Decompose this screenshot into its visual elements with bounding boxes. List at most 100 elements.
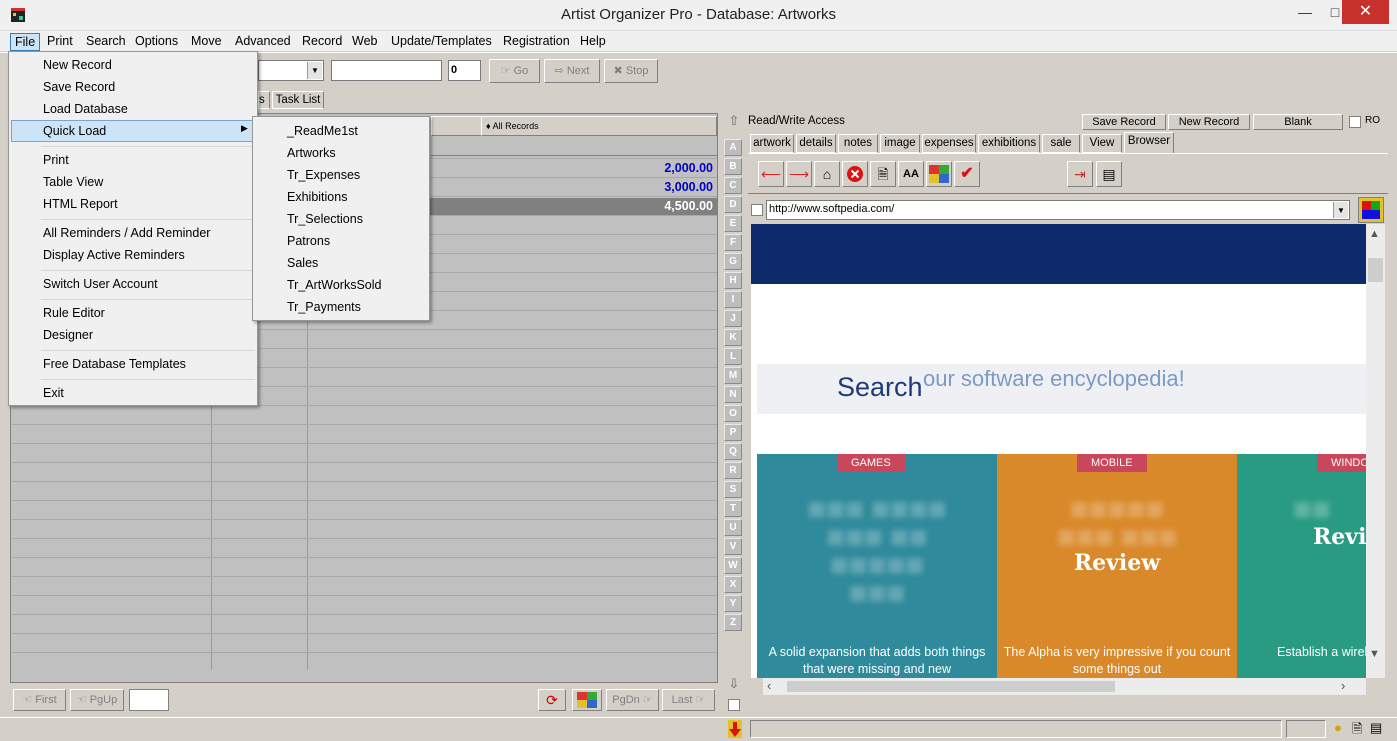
submenu-item[interactable]: Tr_Payments — [287, 299, 361, 315]
alpha-letter-b[interactable]: B — [724, 158, 742, 175]
alpha-letter-k[interactable]: K — [724, 329, 742, 346]
menu-print[interactable]: Print — [43, 33, 77, 51]
back-button[interactable]: ⟵ — [758, 161, 784, 187]
chevron-left-icon[interactable]: ‹ — [767, 678, 771, 693]
menu-update-templates[interactable]: Update/Templates — [387, 33, 496, 51]
alpha-letter-j[interactable]: J — [724, 310, 742, 327]
alpha-checkbox[interactable] — [728, 699, 740, 711]
import-button[interactable]: ⇥ — [1067, 161, 1093, 187]
browser-vertical-scrollbar[interactable]: ▲ ▼ — [1366, 224, 1385, 678]
alpha-letter-t[interactable]: T — [724, 500, 742, 517]
alpha-letter-x[interactable]: X — [724, 576, 742, 593]
alpha-letter-h[interactable]: H — [724, 272, 742, 289]
submenu-item[interactable]: Tr_ArtWorksSold — [287, 277, 381, 293]
tab-sale[interactable]: sale — [1042, 134, 1080, 153]
menu-item-designer[interactable]: Designer — [43, 327, 93, 343]
blank-button[interactable]: Blank — [1253, 114, 1343, 130]
alpha-letter-d[interactable]: D — [724, 196, 742, 213]
save-record-button[interactable]: Save Record — [1082, 114, 1166, 130]
url-input[interactable]: http://www.softpedia.com/ ▼ — [766, 200, 1350, 220]
tab-task-list[interactable]: Task List — [272, 91, 324, 109]
menu-item-active-reminders[interactable]: Display Active Reminders — [43, 247, 185, 263]
font-size-button[interactable]: AА — [898, 161, 924, 187]
search-field-combo[interactable]: ▼ — [258, 60, 324, 81]
alpha-letter-f[interactable]: F — [724, 234, 742, 251]
tab-details[interactable]: details — [796, 134, 836, 153]
refresh-button[interactable]: ⟳ — [538, 689, 566, 711]
alpha-letter-s[interactable]: S — [724, 481, 742, 498]
alpha-letter-p[interactable]: P — [724, 424, 742, 441]
next-button[interactable]: ⇨ Next — [544, 59, 600, 83]
chevron-down-icon[interactable]: ▼ — [1369, 648, 1380, 660]
alpha-letter-n[interactable]: N — [724, 386, 742, 403]
first-button[interactable]: ☜ First — [13, 689, 66, 711]
tab-fragment[interactable]: s — [258, 91, 270, 109]
chevron-right-icon[interactable]: › — [1341, 678, 1345, 693]
alpha-letter-c[interactable]: C — [724, 177, 742, 194]
chevron-down-icon[interactable]: ▼ — [1333, 202, 1348, 218]
tile-mobile[interactable]: MOBILE ■■■■■ ■■■ ■■■ Review The Alpha is … — [997, 454, 1237, 678]
menu-item-all-reminders[interactable]: All Reminders / Add Reminder — [43, 225, 210, 241]
abc-fields-button[interactable] — [926, 161, 952, 187]
search-text-input[interactable] — [331, 60, 442, 81]
submenu-item[interactable]: _ReadMe1st — [287, 123, 358, 139]
alpha-letter-m[interactable]: M — [724, 367, 742, 384]
window-button[interactable]: ▤ — [1096, 161, 1122, 187]
browser-view[interactable]: Search our software encyclopedia! GAMES … — [751, 224, 1366, 678]
last-button[interactable]: Last ☞ — [662, 689, 715, 711]
menu-options[interactable]: Options — [131, 33, 182, 51]
validate-button[interactable]: ✔ — [954, 161, 980, 187]
submenu-item[interactable]: Sales — [287, 255, 318, 271]
documents-icon[interactable]: 🗎 — [1352, 720, 1362, 741]
alpha-letter-v[interactable]: V — [724, 538, 742, 555]
menu-item-rule-editor[interactable]: Rule Editor — [43, 305, 105, 321]
color-palette-button[interactable] — [1358, 197, 1384, 223]
tile-windows[interactable]: WINDO ■■ Revi Establish a wirele from a … — [1237, 454, 1366, 678]
amount-cell[interactable]: 2,000.00 — [571, 161, 713, 175]
menu-advanced[interactable]: Advanced — [231, 33, 295, 51]
abc-button[interactable] — [572, 689, 602, 711]
submenu-item[interactable]: Tr_Selections — [287, 211, 363, 227]
chevron-up-icon[interactable]: ▲ — [1369, 228, 1380, 240]
new-record-button[interactable]: New Record — [1168, 114, 1250, 130]
all-records-header[interactable]: ♦ All Records — [481, 116, 717, 136]
alpha-letter-a[interactable]: A — [724, 139, 742, 156]
chevron-down-icon[interactable]: ▼ — [307, 62, 322, 79]
grid-filter-row[interactable] — [431, 138, 717, 156]
forward-button[interactable]: ⟶ — [786, 161, 812, 187]
print-icon[interactable]: ▤ — [1370, 720, 1382, 736]
tab-browser[interactable]: Browser — [1124, 132, 1174, 154]
alpha-letter-e[interactable]: E — [724, 215, 742, 232]
menu-item-new-record[interactable]: New Record — [43, 57, 112, 73]
menu-item-save-record[interactable]: Save Record — [43, 79, 115, 95]
menu-item-print[interactable]: Print — [43, 152, 69, 168]
scroll-thumb[interactable] — [787, 681, 1115, 692]
pgdn-button[interactable]: PgDn ☞ — [606, 689, 659, 711]
menu-item-html-report[interactable]: HTML Report — [43, 196, 118, 212]
menu-item-table-view[interactable]: Table View — [43, 174, 103, 190]
menu-search[interactable]: Search — [82, 33, 130, 51]
alpha-letter-u[interactable]: U — [724, 519, 742, 536]
submenu-item[interactable]: Tr_Expenses — [287, 167, 360, 183]
menu-registration[interactable]: Registration — [499, 33, 574, 51]
menu-item-load-database[interactable]: Load Database — [43, 101, 128, 117]
menu-web[interactable]: Web — [348, 33, 381, 51]
menu-help[interactable]: Help — [576, 33, 610, 51]
tab-artwork[interactable]: artwork — [750, 134, 794, 153]
alpha-letter-q[interactable]: Q — [724, 443, 742, 460]
minimize-button[interactable]: — — [1290, 0, 1320, 24]
close-button[interactable]: ✕ — [1342, 0, 1389, 24]
alpha-letter-r[interactable]: R — [724, 462, 742, 479]
alpha-letter-o[interactable]: O — [724, 405, 742, 422]
home-button[interactable]: ⌂ — [814, 161, 840, 187]
tab-notes[interactable]: notes — [838, 134, 878, 153]
menu-file[interactable]: File — [10, 33, 41, 51]
down-arrow-icon[interactable]: ⇩ — [725, 676, 743, 696]
record-number-input[interactable] — [129, 689, 169, 711]
tab-expenses[interactable]: expenses — [922, 134, 976, 153]
submenu-item[interactable]: Artworks — [287, 145, 336, 161]
count-field[interactable]: 0 — [448, 60, 481, 81]
go-button[interactable]: ☞ Go — [489, 59, 540, 83]
menu-item-quick-load[interactable]: Quick Load — [43, 123, 106, 139]
tile-games[interactable]: GAMES ■■■ ■■■■ ■■■ ■■ ■■■■■ ■■■ A solid exp… — [757, 454, 997, 678]
